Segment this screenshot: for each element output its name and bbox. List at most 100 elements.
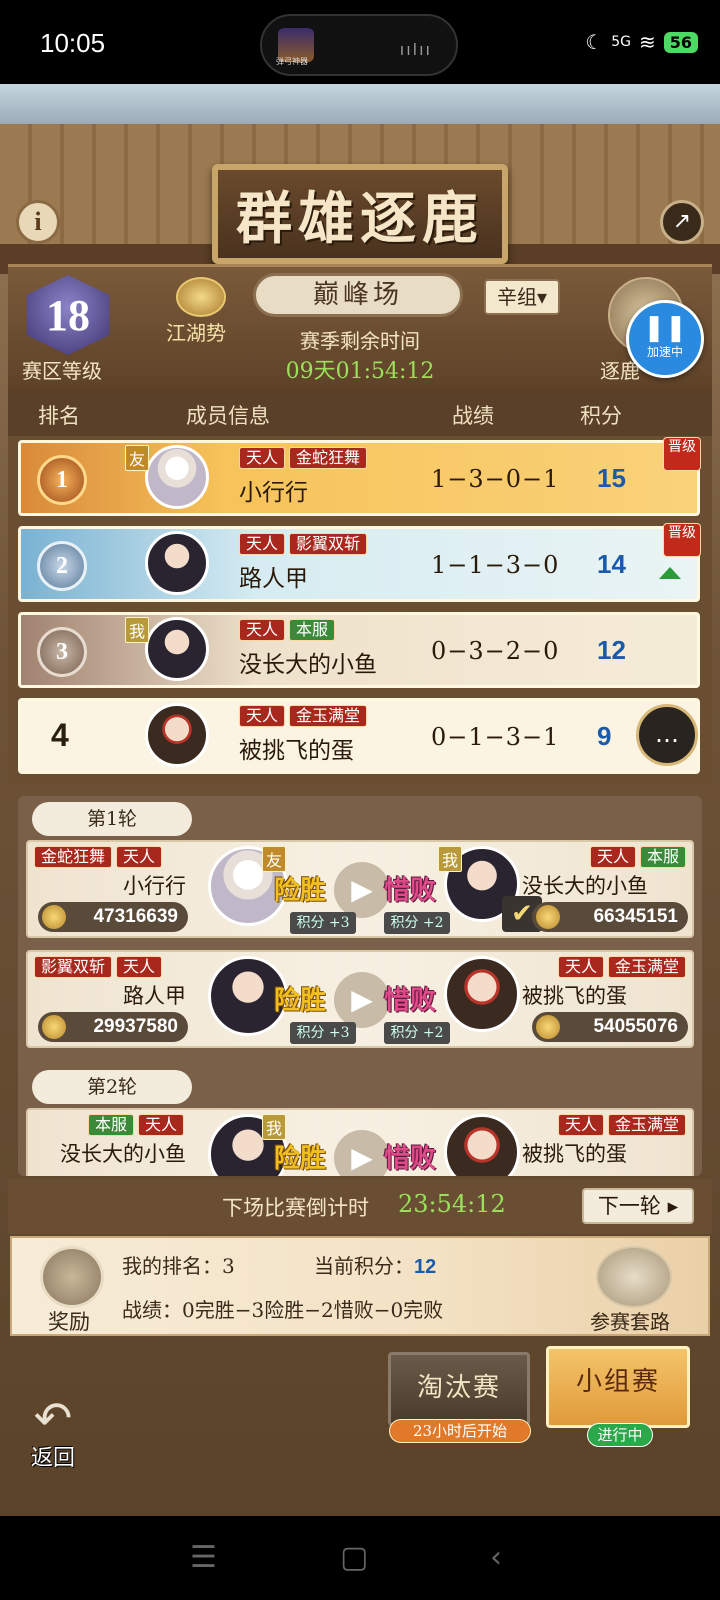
pause-icon: ❚❚ (643, 313, 687, 343)
strategy-label[interactable]: 参赛套路 (590, 1306, 670, 1335)
signal-icon: 5G (611, 34, 631, 50)
player-record: 1−3−0−1 (431, 465, 560, 493)
coin-icon (536, 905, 560, 929)
left-power: 47316639 (38, 902, 188, 932)
avatar[interactable] (145, 617, 209, 681)
ranking-row[interactable]: 3 我 天人 本服 没长大的小鱼 0−3−2−0 12 (18, 612, 700, 688)
coin-icon (42, 905, 66, 929)
rank-number: 4 (51, 717, 69, 753)
my-rank: 我的排名：3 (122, 1254, 235, 1278)
player-name: 被挑飞的蛋 (239, 738, 354, 764)
replay-play-icon[interactable]: ▶ (334, 1130, 390, 1176)
server-badge: 本服 (88, 1114, 135, 1136)
season-remaining-label: 赛季剩余时间 (300, 329, 420, 353)
back-button[interactable]: ↶ 返回 (18, 1395, 88, 1471)
dynamic-island[interactable]: 弹弓神器 ıılıı (260, 14, 458, 76)
match-card[interactable]: 金蛇狂舞 天人 小行行 47316639 友 险胜 ▶ 惜败 积分 +3 积分 … (26, 840, 694, 938)
group-selector[interactable]: 辛组▾ (484, 279, 560, 315)
ranking-header: 排名 成员信息 战绩 积分 (8, 390, 712, 436)
header-bar: 18 赛区等级 江湖势 巅峰场 辛组▾ 赛季剩余时间 09天01:54:12 逐… (8, 264, 712, 390)
tab-group-label: 小组赛 (575, 1367, 660, 1397)
player-score: 15 (597, 463, 626, 493)
next-match-countdown: 下场比赛倒计时 23:54:12 下一轮 ▸ (8, 1178, 712, 1234)
rank-medal-gold: 1 (37, 455, 87, 505)
avatar[interactable] (145, 703, 209, 767)
replay-play-icon[interactable]: ▶ (334, 972, 390, 1028)
column-member: 成员信息 (186, 404, 270, 428)
title-plaque: 群雄逐鹿 (212, 164, 508, 264)
reward-label[interactable]: 奖励 (48, 1306, 90, 1336)
share-icon[interactable]: ↗ (660, 200, 704, 244)
tab-knockout-label: 淘汰赛 (416, 1373, 501, 1403)
current-score: 当前积分：12 (314, 1254, 437, 1278)
home-icon[interactable]: ▢ (340, 1540, 368, 1575)
title-badge: 天人 (557, 1114, 604, 1136)
my-summary: 奖励 我的排名：3 当前积分：12 战绩：0完胜−3险胜−2惜败−0完败 参赛套… (10, 1236, 710, 1336)
countdown-label: 下场比赛倒计时 (222, 1196, 369, 1220)
tab-group-stage[interactable]: 小组赛 进行中 (546, 1346, 690, 1447)
title-badge: 天人 (116, 956, 163, 978)
avatar[interactable] (145, 445, 209, 509)
win-label: 险胜 (274, 986, 327, 1016)
friend-tag: 友 (262, 846, 287, 872)
speed-up-button[interactable]: ❚❚ 加速中 (626, 300, 704, 378)
match-card[interactable]: 本服 天人 没长大的小鱼 我 险胜 ▶ 惜败 天人 金玉满堂 被挑飞的蛋 (26, 1108, 694, 1176)
left-points: 积分 +3 (290, 1022, 356, 1044)
lose-label: 惜败 (384, 876, 437, 906)
rank-up-icon (659, 567, 681, 579)
chat-icon[interactable]: … (636, 704, 698, 766)
round-label: 第1轮 (32, 802, 192, 836)
skill-badge: 金玉满堂 (607, 1114, 686, 1136)
ranking-row[interactable]: 1 友 天人 金蛇狂舞 小行行 1−3−0−1 15 晋级 (18, 437, 701, 516)
right-player-name: 被挑飞的蛋 (522, 984, 627, 1008)
wifi-icon: ≋ (638, 30, 656, 54)
friend-tag: 友 (125, 445, 150, 471)
right-avatar[interactable] (444, 956, 520, 1032)
arena-name: 巅峰场 (253, 273, 463, 317)
avatar[interactable] (145, 531, 209, 595)
knockout-status: 23小时后开始 (389, 1419, 531, 1443)
skill-badge: 金玉满堂 (607, 956, 686, 978)
coin-icon (536, 1015, 560, 1039)
book-icon[interactable] (596, 1246, 672, 1308)
game-screen: 群雄逐鹿 i ↗ 18 赛区等级 江湖势 巅峰场 辛组▾ 赛季剩余时间 09天0… (0, 84, 720, 1516)
ranking-row[interactable]: 2 天人 影翼双斩 路人甲 1−1−3−0 14 晋级 (18, 523, 701, 602)
status-icons: ☾ 5G ≋ 56 (585, 30, 698, 54)
menu-icon[interactable]: ☰ (190, 1540, 217, 1575)
right-player-name: 被挑飞的蛋 (522, 1142, 627, 1166)
title-badge: 天人 (239, 705, 286, 727)
countdown-time: 23:54:12 (398, 1190, 506, 1218)
player-record: 0−1−3−1 (431, 723, 560, 751)
player-score: 12 (597, 635, 626, 665)
skill-badge: 影翼双斩 (289, 533, 368, 555)
win-label: 险胜 (274, 876, 327, 906)
match-card[interactable]: 影翼双斩 天人 路人甲 29937580 险胜 ▶ 惜败 积分 +3 积分 +2… (26, 950, 694, 1048)
player-name: 没长大的小鱼 (239, 652, 377, 678)
right-avatar[interactable] (444, 1114, 520, 1176)
ranking-row[interactable]: 4 天人 金玉满堂 被挑飞的蛋 0−1−3−1 9 (18, 698, 700, 774)
tab-knockout[interactable]: 淘汰赛 23小时后开始 (388, 1352, 531, 1443)
skill-badge: 影翼双斩 (34, 956, 113, 978)
reward-chest-icon[interactable] (40, 1246, 104, 1308)
page-title: 群雄逐鹿 (236, 185, 484, 252)
title-badge: 天人 (138, 1114, 185, 1136)
left-player-name: 小行行 (123, 874, 186, 898)
left-player-name: 没长大的小鱼 (60, 1142, 186, 1166)
win-label: 险胜 (274, 1144, 327, 1174)
rank-medal-bronze: 3 (37, 627, 87, 677)
next-round-button[interactable]: 下一轮 ▸ (582, 1188, 694, 1224)
server-badge: 本服 (289, 619, 336, 641)
my-record: 战绩：0完胜−3险胜−2惜败−0完败 (122, 1298, 444, 1322)
skill-badge: 金蛇狂舞 (34, 846, 113, 868)
coin-icon (42, 1015, 66, 1039)
replay-play-icon[interactable]: ▶ (334, 862, 390, 918)
me-tag: 我 (125, 617, 150, 643)
title-badge: 天人 (116, 846, 163, 868)
column-rank: 排名 (38, 404, 80, 428)
match-list[interactable]: 第1轮 金蛇狂舞 天人 小行行 47316639 友 险胜 ▶ 惜败 积分 +3… (18, 796, 702, 1176)
title-badge: 天人 (239, 619, 286, 641)
info-icon[interactable]: i (16, 200, 60, 244)
back-nav-icon[interactable]: ‹ (490, 1540, 502, 1575)
ranking-panel: 排名 成员信息 战绩 积分 1 友 天人 金蛇狂舞 小行行 1−3−0−1 15… (8, 390, 712, 784)
jianghu-icon[interactable] (176, 277, 226, 317)
